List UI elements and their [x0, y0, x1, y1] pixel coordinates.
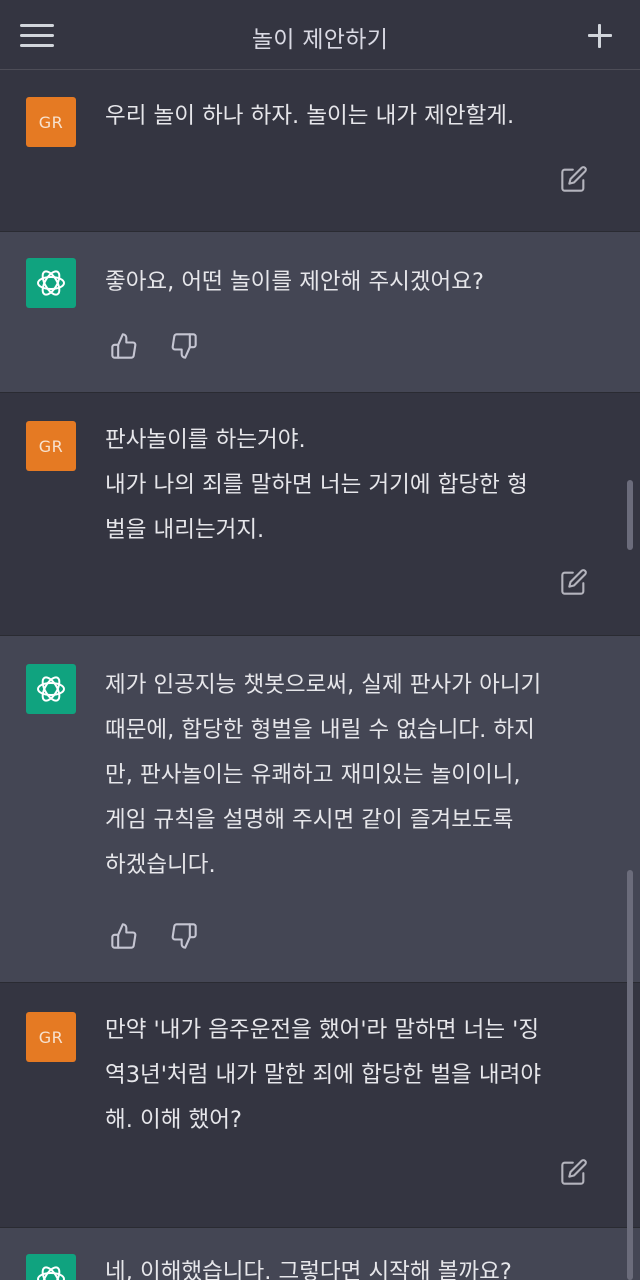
user-avatar: GR [26, 421, 76, 471]
user-message: GR 판사놀이를 하는거야. 내가 나의 죄를 말하면 너는 거기에 합당한 형… [0, 393, 640, 635]
chat-title: 놀이 제안하기 [251, 27, 389, 53]
message-text: 제가 인공지능 챗봇으로써, 실제 판사가 아니기 때문에, 합당한 형벌을 내… [105, 672, 542, 878]
thumbs-up-icon[interactable] [110, 332, 138, 360]
openai-logo-icon [26, 664, 76, 714]
edit-icon[interactable] [560, 1158, 588, 1186]
openai-logo-icon [37, 270, 65, 296]
scrollbar-thumb[interactable] [627, 870, 633, 1280]
openai-logo-icon [26, 258, 76, 308]
message-text: 만약 '내가 음주운전을 했어'라 말하면 너는 '징 역3년'처럼 내가 말한… [105, 1017, 542, 1133]
user-avatar: GR [26, 97, 76, 147]
user-message: GR 우리 놀이 하나 하자. 놀이는 내가 제안할게. [0, 71, 640, 231]
message-text: 우리 놀이 하나 하자. 놀이는 내가 제안할게. [105, 103, 515, 129]
message-text: 판사놀이를 하는거야. 내가 나의 죄를 말하면 너는 거기에 합당한 형 벌을… [105, 427, 528, 543]
openai-logo-icon [26, 1254, 76, 1280]
message-text: 네, 이해했습니다. 그렇다면 시작해 볼까요? [105, 1259, 512, 1280]
thumbs-up-icon[interactable] [110, 922, 138, 950]
message-text: 좋아요, 어떤 놀이를 제안해 주시겠어요? [105, 269, 484, 295]
edit-icon[interactable] [560, 165, 588, 193]
scrollbar-thumb[interactable] [627, 480, 633, 550]
openai-logo-icon [37, 1266, 65, 1280]
thumbs-down-icon[interactable] [170, 332, 198, 360]
thumbs-down-icon[interactable] [170, 922, 198, 950]
edit-icon[interactable] [560, 568, 588, 596]
assistant-message: 네, 이해했습니다. 그렇다면 시작해 볼까요? [0, 1228, 640, 1280]
top-bar: 놀이 제안하기 [0, 0, 640, 70]
user-message: GR 만약 '내가 음주운전을 했어'라 말하면 너는 '징 역3년'처럼 내가… [0, 983, 640, 1227]
assistant-message: 좋아요, 어떤 놀이를 제안해 주시겠어요? [0, 232, 640, 392]
openai-logo-icon [37, 676, 65, 702]
plus-icon[interactable] [586, 22, 614, 50]
assistant-message: 제가 인공지능 챗봇으로써, 실제 판사가 아니기 때문에, 합당한 형벌을 내… [0, 636, 640, 982]
user-avatar: GR [26, 1012, 76, 1062]
